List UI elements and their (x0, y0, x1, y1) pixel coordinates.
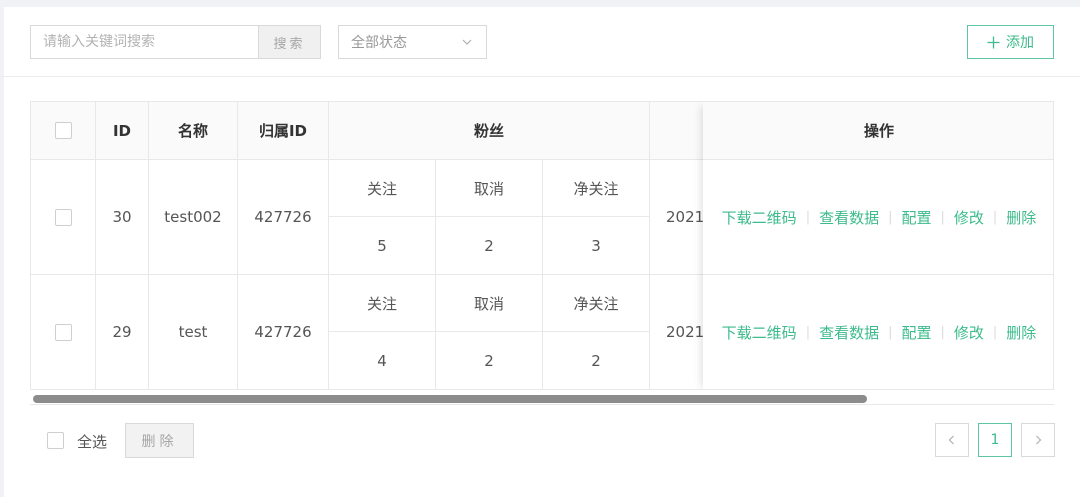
cell-fans-label-follow: 关注 (329, 160, 436, 217)
header-checkbox[interactable] (54, 122, 72, 139)
cell-id: 29 (96, 275, 149, 389)
download-qrcode-link[interactable]: 下载二维码 (720, 207, 799, 228)
chevron-left-icon (948, 435, 954, 445)
action-separator: | (940, 324, 945, 340)
plus-icon (987, 36, 1000, 48)
row-checkbox-cell (31, 160, 96, 275)
action-separator: | (940, 209, 945, 225)
cell-net-follow: 3 (543, 217, 650, 275)
action-separator: | (805, 324, 811, 340)
row-checkbox[interactable] (54, 323, 72, 341)
action-separator: | (888, 209, 893, 225)
cell-unfollow: 2 (436, 332, 543, 389)
row-checkbox-cell (31, 275, 96, 389)
row-actions: 下载二维码 | 查看数据 | 配置 | 修改 | 删除 (703, 160, 1053, 275)
config-link[interactable]: 配置 (899, 322, 933, 343)
view-data-link[interactable]: 查看数据 (817, 207, 881, 228)
cell-fans-label-unfollow: 取消 (436, 275, 543, 332)
view-data-link[interactable]: 查看数据 (817, 322, 881, 343)
row-checkbox[interactable] (54, 208, 72, 226)
chevron-down-icon (462, 39, 472, 45)
row-actions: 下载二维码 | 查看数据 | 配置 | 修改 | 删除 (703, 275, 1053, 389)
action-separator: | (888, 324, 893, 340)
header-name: 名称 (149, 102, 238, 160)
action-separator: | (805, 209, 811, 225)
cell-follow: 5 (329, 217, 436, 275)
toolbar-divider (0, 76, 1080, 77)
prev-page-button[interactable] (935, 423, 969, 457)
next-page-button[interactable] (1021, 423, 1055, 457)
add-button[interactable]: 添加 (967, 25, 1054, 59)
status-select-value: 全部状态 (351, 35, 407, 51)
cell-date: 2021 (650, 275, 710, 389)
config-link[interactable]: 配置 (899, 207, 933, 228)
batch-delete-button[interactable]: 删除 (125, 423, 194, 458)
cell-fans-label-net: 净关注 (543, 275, 650, 332)
action-separator: | (992, 324, 998, 340)
cell-owner-id: 427726 (238, 275, 329, 389)
data-table: ID 名称 归属ID 粉丝 30 test002 427726 关注 取消 净关… (30, 101, 1054, 390)
edit-link[interactable]: 修改 (952, 322, 986, 343)
header-actions: 操作 (703, 102, 1053, 160)
header-fans: 粉丝 (329, 102, 650, 160)
cell-owner-id: 427726 (238, 160, 329, 275)
select-all-label: 全选 (77, 433, 108, 451)
header-owner-id: 归属ID (238, 102, 329, 160)
header-id: ID (96, 102, 149, 160)
page-button-current[interactable]: 1 (978, 423, 1012, 457)
cell-name: test (149, 275, 238, 389)
cell-date: 2021 (650, 160, 710, 275)
cell-fans-label-follow: 关注 (329, 275, 436, 332)
horizontal-scrollbar[interactable] (30, 392, 1054, 405)
cell-name: test002 (149, 160, 238, 275)
delete-link[interactable]: 删除 (1004, 322, 1038, 343)
edit-link[interactable]: 修改 (952, 207, 986, 228)
delete-link[interactable]: 删除 (1004, 207, 1038, 228)
cell-fans-label-net: 净关注 (543, 160, 650, 217)
add-button-label: 添加 (1006, 35, 1034, 51)
scrollbar-thumb[interactable] (33, 395, 867, 403)
cell-follow: 4 (329, 332, 436, 389)
search-input[interactable] (30, 25, 259, 59)
chevron-right-icon (1036, 435, 1042, 445)
fixed-action-column: 操作 下载二维码 | 查看数据 | 配置 | 修改 | 删除 下载二维码 | 查… (703, 102, 1053, 389)
action-separator: | (992, 209, 998, 225)
cell-fans-label-unfollow: 取消 (436, 160, 543, 217)
cell-unfollow: 2 (436, 217, 543, 275)
cell-id: 30 (96, 160, 149, 275)
download-qrcode-link[interactable]: 下载二维码 (720, 322, 799, 343)
header-date (650, 102, 710, 160)
header-checkbox-cell (31, 102, 96, 160)
status-select[interactable]: 全部状态 (338, 25, 487, 59)
cell-net-follow: 2 (543, 332, 650, 389)
select-all-checkbox[interactable] (47, 432, 64, 449)
search-button[interactable]: 搜索 (258, 25, 321, 59)
